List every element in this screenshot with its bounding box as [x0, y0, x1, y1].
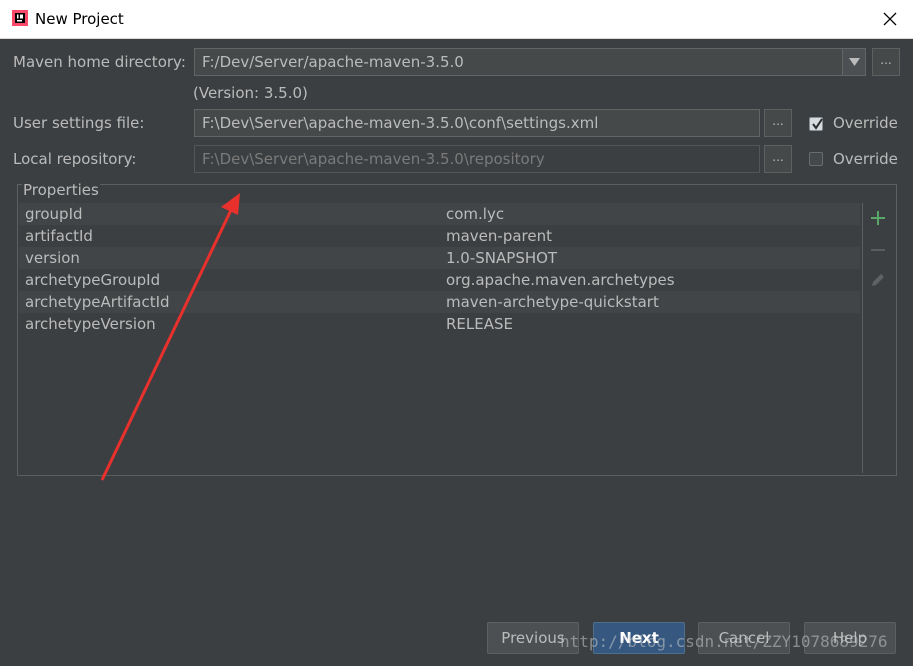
user-settings-override-checkbox[interactable]: [809, 117, 823, 131]
edit-icon[interactable]: [869, 271, 887, 289]
local-repository-field[interactable]: F:\Dev\Server\apache-maven-3.5.0\reposit…: [194, 145, 760, 173]
user-settings-override-label[interactable]: Override: [833, 114, 898, 132]
table-row[interactable]: version 1.0-SNAPSHOT: [19, 247, 860, 269]
property-key: artifactId: [25, 227, 93, 245]
title-bar: New Project: [0, 0, 913, 39]
maven-home-dropdown-button[interactable]: [842, 48, 866, 76]
maven-version-text: (Version: 3.5.0): [193, 84, 308, 102]
local-repository-browse-button[interactable]: ...: [764, 145, 792, 173]
maven-home-browse-button[interactable]: ...: [872, 48, 900, 76]
window-title: New Project: [35, 10, 124, 28]
property-value: RELEASE: [446, 315, 513, 333]
table-row[interactable]: archetypeArtifactId maven-archetype-quic…: [19, 291, 860, 313]
checkmark-icon: [812, 118, 823, 130]
property-value: maven-parent: [446, 227, 552, 245]
table-row[interactable]: archetypeVersion RELEASE: [19, 313, 860, 335]
property-value: org.apache.maven.archetypes: [446, 271, 675, 289]
property-value: com.lyc: [446, 205, 505, 223]
property-key: groupId: [25, 205, 83, 223]
local-repository-override-checkbox[interactable]: [809, 152, 823, 166]
maven-home-label: Maven home directory:: [13, 53, 186, 71]
user-settings-browse-button[interactable]: ...: [764, 109, 792, 137]
property-key: archetypeGroupId: [25, 271, 161, 289]
properties-table[interactable]: groupId com.lyc artifactId maven-parent …: [19, 203, 863, 473]
property-key: archetypeVersion: [25, 315, 156, 333]
property-key: version: [25, 249, 80, 267]
local-repository-override-label[interactable]: Override: [833, 150, 898, 168]
user-settings-value: F:\Dev\Server\apache-maven-3.5.0\conf\se…: [202, 114, 599, 132]
user-settings-field[interactable]: F:\Dev\Server\apache-maven-3.5.0\conf\se…: [194, 109, 760, 137]
intellij-app-icon: [12, 10, 28, 26]
maven-home-label-text: Maven home directory:: [13, 53, 186, 71]
property-key: archetypeArtifactId: [25, 293, 170, 311]
user-settings-label: User settings file:: [13, 114, 145, 132]
maven-home-combo[interactable]: F:/Dev/Server/apache-maven-3.5.0: [194, 48, 843, 76]
previous-button-label: Previous: [501, 629, 565, 647]
local-repository-label: Local repository:: [13, 150, 137, 168]
table-row[interactable]: artifactId maven-parent: [19, 225, 860, 247]
properties-title: Properties: [22, 181, 100, 199]
watermark-text: http://blog.csdn.net/ZZY1078689276: [560, 632, 888, 651]
local-repository-value: F:\Dev\Server\apache-maven-3.5.0\reposit…: [202, 150, 545, 168]
chevron-down-icon: [849, 58, 860, 66]
property-value: maven-archetype-quickstart: [446, 293, 659, 311]
remove-icon[interactable]: [869, 241, 887, 259]
add-icon[interactable]: [869, 209, 887, 227]
table-row[interactable]: archetypeGroupId org.apache.maven.archet…: [19, 269, 860, 291]
table-row[interactable]: groupId com.lyc: [19, 203, 860, 225]
close-icon[interactable]: [879, 8, 901, 30]
properties-toolbar: [862, 203, 895, 473]
property-value: 1.0-SNAPSHOT: [446, 249, 558, 267]
maven-home-value: F:/Dev/Server/apache-maven-3.5.0: [202, 53, 464, 71]
